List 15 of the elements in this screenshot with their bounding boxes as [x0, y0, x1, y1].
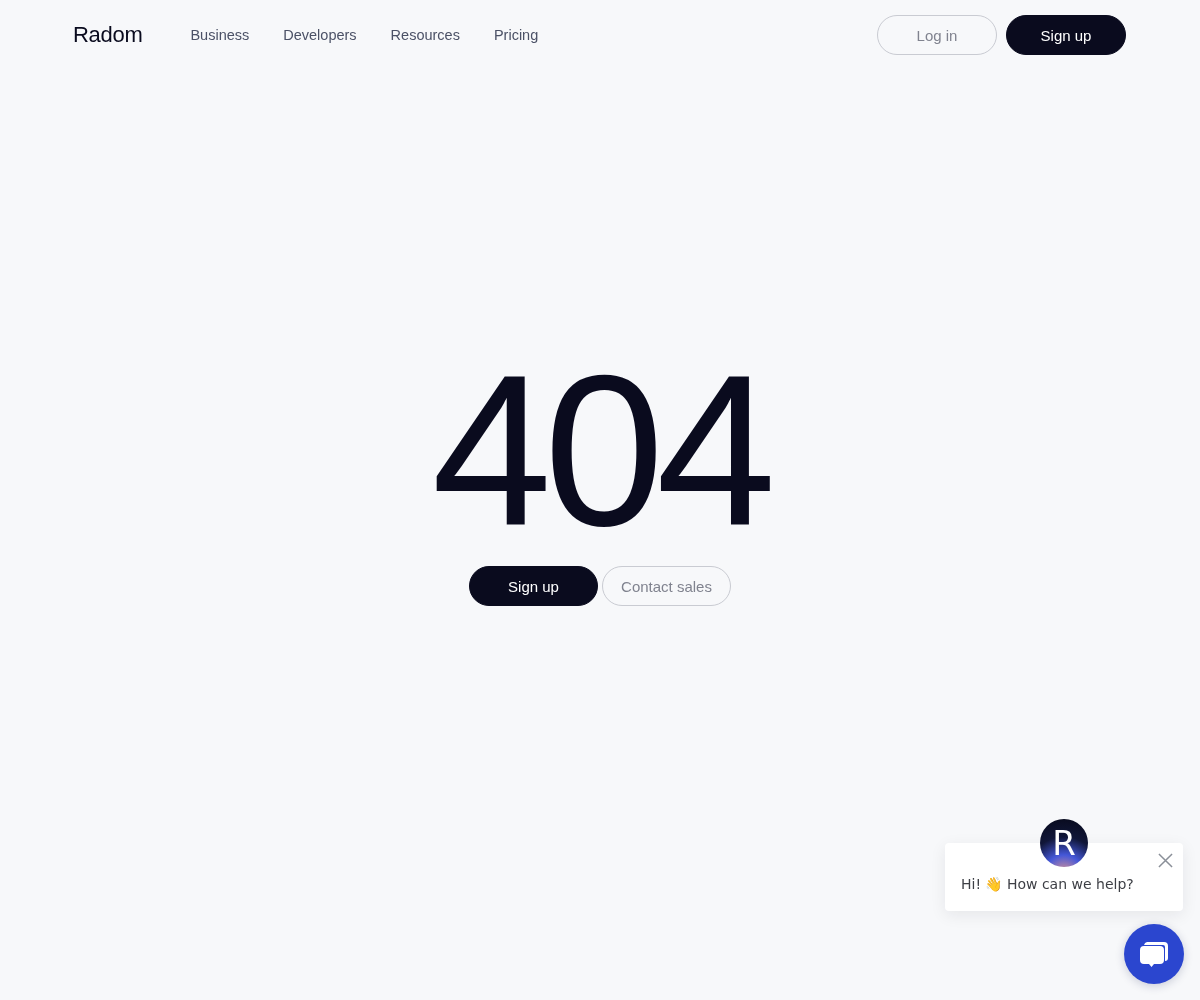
nav-link[interactable]: Business: [190, 27, 250, 43]
close-button[interactable]: [1157, 852, 1174, 869]
nav-link[interactable]: Developers: [283, 27, 357, 43]
brand-avatar: R: [1040, 819, 1088, 867]
logo-wordmark[interactable]: Radom: [73, 22, 143, 48]
error-code: 404: [431, 350, 769, 550]
nav-link[interactable]: Resources: [390, 27, 460, 43]
contact-sales-button[interactable]: Contact sales: [602, 566, 731, 606]
close-icon: [1158, 853, 1173, 868]
log-in-button[interactable]: Log in: [877, 15, 997, 55]
chat-launcher-button[interactable]: [1124, 924, 1184, 984]
chat-message: Hi! 👋 How can we help?: [961, 876, 1134, 892]
nav-link[interactable]: Pricing: [493, 27, 539, 43]
sign-up-button[interactable]: Sign up: [469, 566, 598, 606]
sign-up-button[interactable]: Sign up: [1006, 15, 1126, 55]
